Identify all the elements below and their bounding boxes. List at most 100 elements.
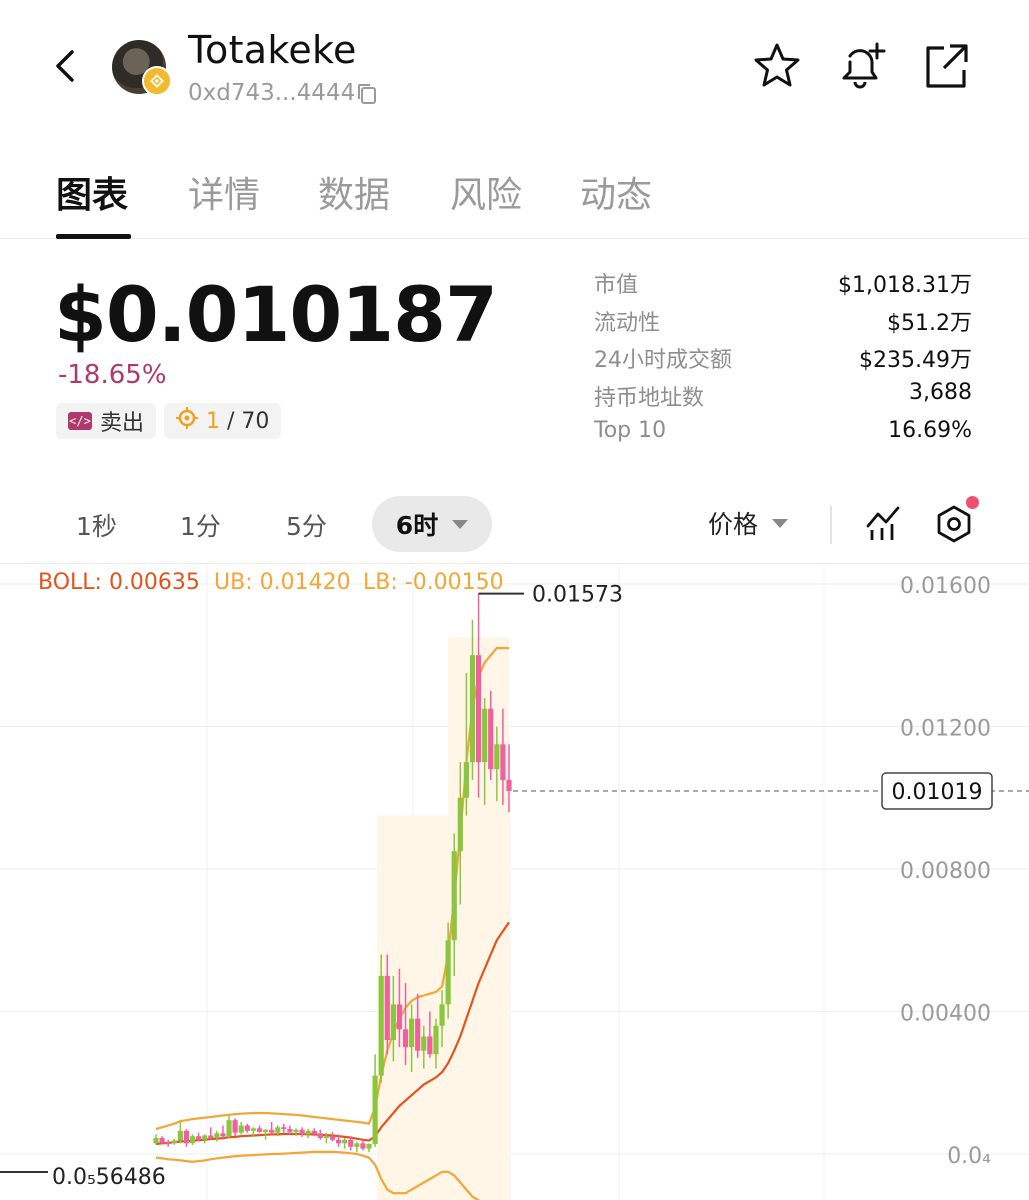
candle-body	[390, 1004, 396, 1040]
candle-body	[360, 1143, 366, 1149]
boll-mid-value: BOLL: 0.00635	[38, 570, 200, 595]
candle-body	[226, 1120, 232, 1137]
tab-risk[interactable]: 风险	[450, 166, 522, 218]
tab-details[interactable]: 详情	[188, 166, 260, 218]
code-icon: </>	[68, 412, 92, 430]
stat-label-holders: 持币地址数	[594, 386, 705, 411]
candle-body	[311, 1130, 317, 1134]
candle-body	[256, 1128, 263, 1132]
candle-body	[269, 1129, 275, 1133]
candle-body	[287, 1129, 293, 1132]
price-change: -18.65%	[58, 360, 167, 390]
sell-label: 卖出	[100, 411, 145, 436]
stat-value-market-cap: $1,018.31万	[838, 273, 972, 298]
star-icon[interactable]	[752, 40, 802, 92]
stat-value-liquidity: $51.2万	[887, 311, 972, 336]
high-label: 0.01573	[532, 583, 623, 608]
y-tick-label: 0.01600	[900, 574, 991, 599]
candle-body	[384, 975, 390, 1040]
tab-activity[interactable]: 动态	[580, 166, 652, 218]
timeframe-1s[interactable]: 1秒	[76, 507, 117, 543]
candle-body	[196, 1136, 202, 1140]
candle-body	[177, 1130, 183, 1141]
timeframe-selected: 6时	[395, 511, 439, 540]
price-mode-label: 价格	[708, 510, 759, 539]
candle-body	[299, 1129, 305, 1135]
candle-body	[427, 1036, 433, 1055]
token-address: 0xd743...4444	[188, 80, 356, 106]
candle-body	[415, 1018, 421, 1051]
external-link-icon[interactable]	[922, 40, 972, 92]
boll-lower-value: LB: -0.00150	[363, 570, 504, 595]
candle-body	[378, 975, 384, 1076]
candle-body	[421, 1036, 427, 1051]
toolbar-divider	[830, 506, 832, 544]
timeframe-1m[interactable]: 1分	[180, 507, 221, 543]
candle-body	[342, 1139, 348, 1144]
candle-body	[183, 1130, 190, 1144]
y-tick-label: 0.00800	[900, 859, 991, 884]
candle-body	[335, 1139, 342, 1144]
price-chart[interactable]: 0.01600 0.01200 0.00800 0.00400 0.0₄ 0.01573 0…	[0, 564, 1029, 1200]
candle-body	[451, 851, 457, 941]
candle-body	[165, 1142, 171, 1145]
candle-body	[171, 1140, 177, 1144]
candle-body	[189, 1136, 196, 1144]
timeframe-5m[interactable]: 5分	[286, 507, 327, 543]
candle-body	[202, 1135, 208, 1140]
candle-body	[494, 744, 500, 770]
candle-body	[469, 655, 476, 763]
bell-plus-icon[interactable]	[836, 40, 886, 92]
stat-label-top10: Top 10	[594, 418, 667, 443]
token-name: Totakeke	[188, 28, 357, 72]
candle-body	[439, 1004, 445, 1026]
y-tick-label: 0.00400	[900, 1002, 991, 1027]
candle-body	[366, 1144, 372, 1149]
candle-body	[402, 1029, 409, 1048]
candle-body	[348, 1139, 354, 1147]
stat-label-liquidity: 流动性	[594, 311, 661, 336]
chevron-left-icon	[56, 50, 74, 82]
candle-body	[329, 1136, 336, 1140]
boll-upper-value: UB: 0.01420	[214, 570, 351, 595]
copy-icon[interactable]	[356, 82, 378, 106]
candle-body	[262, 1129, 269, 1132]
settings-hexagon-icon[interactable]	[934, 504, 974, 544]
candle-body	[323, 1136, 330, 1138]
indicator-icon[interactable]	[864, 504, 904, 544]
tab-data[interactable]: 数据	[318, 166, 390, 218]
price-mode-dropdown[interactable]: 价格	[708, 505, 789, 541]
candle-body	[208, 1135, 214, 1138]
candle-body	[244, 1125, 250, 1131]
candle-body	[293, 1129, 299, 1132]
low-label: 0.0₅56486	[52, 1165, 166, 1190]
target-icon	[176, 407, 198, 435]
current-price: $0.010187	[54, 270, 498, 359]
candle-body	[159, 1137, 165, 1143]
stat-value-top10: 16.69%	[888, 418, 972, 443]
candle-body	[433, 1025, 439, 1055]
back-button[interactable]	[48, 44, 88, 88]
candle-body	[214, 1133, 220, 1138]
candle-body	[396, 1004, 403, 1030]
caret-down-icon	[772, 518, 789, 528]
bnb-chain-icon	[142, 66, 172, 96]
candle-body	[220, 1133, 226, 1137]
candle-body	[354, 1143, 360, 1147]
y-tick-label: 0.0₄	[947, 1144, 991, 1169]
timeframe-selector[interactable]: 6时	[372, 496, 492, 552]
tab-active-indicator	[56, 234, 131, 239]
sell-tax-chip[interactable]: </> 卖出	[56, 403, 157, 439]
candle-body	[457, 797, 463, 852]
rank-chip[interactable]: 1 / 70	[164, 403, 282, 439]
caret-down-icon	[452, 519, 469, 529]
candle-body	[475, 655, 482, 763]
stat-label-volume-24h: 24小时成交额	[594, 348, 732, 373]
y-tick-label: 0.01200	[900, 717, 991, 742]
candle-body	[305, 1130, 311, 1135]
candle-body	[409, 1018, 415, 1048]
candle-body	[281, 1127, 287, 1130]
stat-value-holders: 3,688	[909, 380, 972, 405]
candle-body	[445, 940, 451, 1005]
tab-chart[interactable]: 图表	[56, 166, 128, 218]
